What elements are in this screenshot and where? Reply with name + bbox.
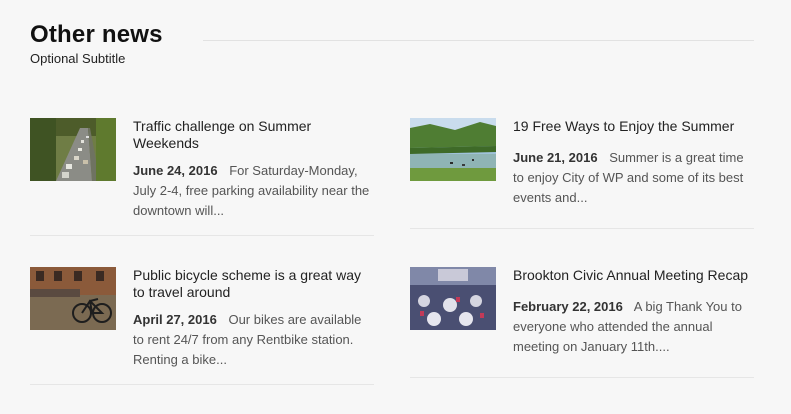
- section-subtitle: Optional Subtitle: [30, 51, 126, 66]
- section-title: Other news: [30, 21, 163, 48]
- item-divider: [30, 235, 374, 236]
- item-divider: [410, 377, 754, 378]
- parked-bicycle-photo[interactable]: [30, 267, 116, 330]
- news-item: Public bicycle scheme is a great way to …: [30, 267, 374, 385]
- item-divider: [30, 384, 374, 385]
- section-header: Other news Optional Subtitle: [30, 20, 754, 66]
- news-title[interactable]: Traffic challenge on Summer Weekends: [133, 118, 374, 152]
- news-title[interactable]: Public bicycle scheme is a great way to …: [133, 267, 374, 301]
- highway-traffic-photo[interactable]: [30, 118, 116, 181]
- news-item: 19 Free Ways to Enjoy the Summer June 21…: [410, 118, 754, 229]
- news-title[interactable]: Brookton Civic Annual Meeting Recap: [513, 267, 754, 284]
- conference-hall-photo[interactable]: [410, 267, 496, 330]
- title-divider: [203, 40, 754, 41]
- news-date: April 27, 2016: [133, 312, 217, 327]
- river-kayaks-photo[interactable]: [410, 118, 496, 181]
- news-date: June 21, 2016: [513, 150, 598, 165]
- news-item: Brookton Civic Annual Meeting Recap Febr…: [410, 267, 754, 378]
- news-date: June 24, 2016: [133, 163, 218, 178]
- news-date: February 22, 2016: [513, 299, 623, 314]
- news-item: Traffic challenge on Summer Weekends Jun…: [30, 118, 374, 236]
- item-divider: [410, 228, 754, 229]
- news-title[interactable]: 19 Free Ways to Enjoy the Summer: [513, 118, 754, 135]
